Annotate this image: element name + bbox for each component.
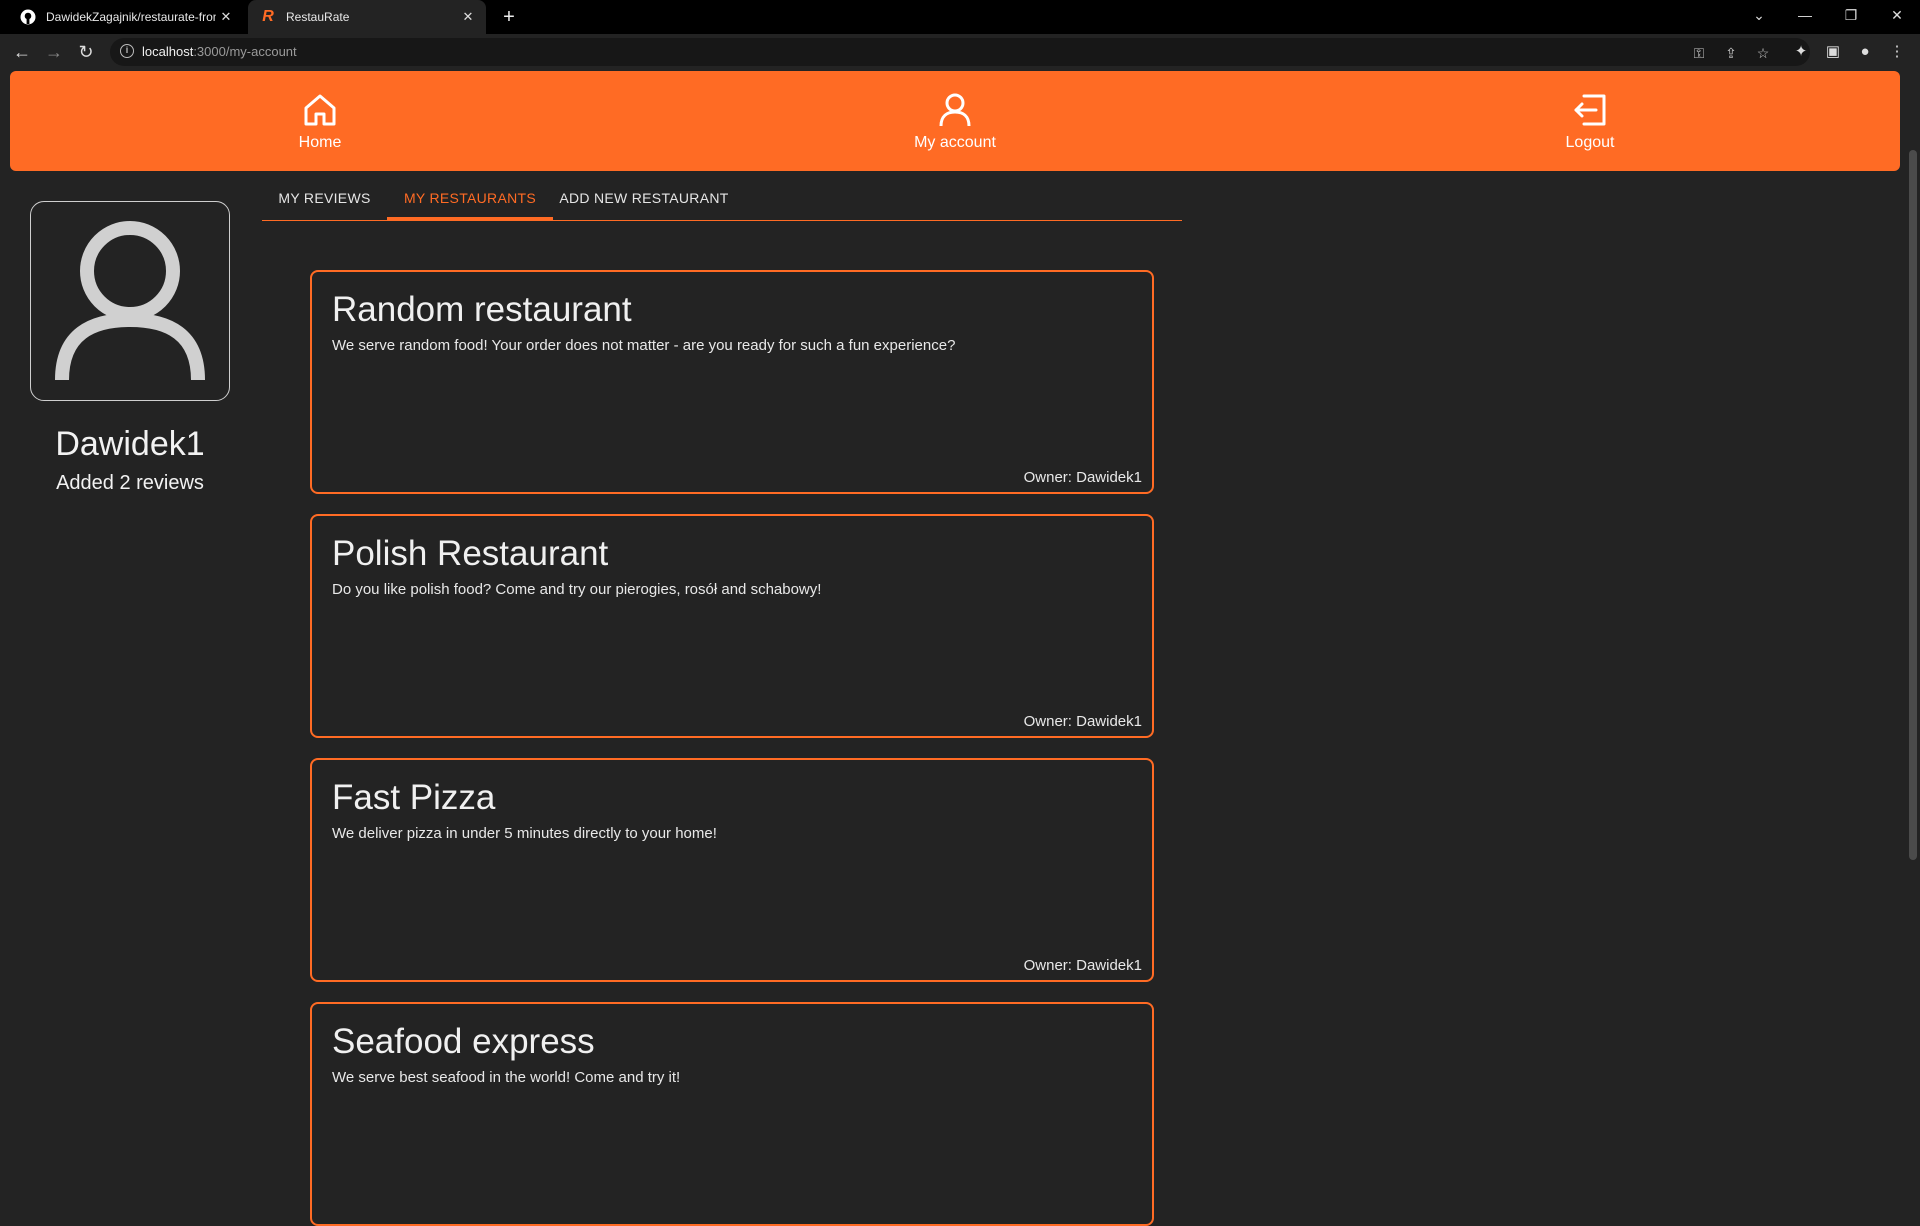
home-icon bbox=[304, 94, 336, 126]
browser-tab-github[interactable]: DawidekZagajnik/restaurate-fron ✕ bbox=[8, 0, 244, 34]
close-icon[interactable]: ✕ bbox=[216, 9, 236, 25]
restaurant-owner: Owner: Dawidek1 bbox=[1023, 957, 1142, 974]
extensions-icon[interactable]: ✦ bbox=[1792, 43, 1810, 61]
tab-add-new-restaurant[interactable]: ADD NEW RESTAURANT bbox=[553, 176, 735, 220]
logout-icon bbox=[1574, 94, 1606, 126]
restaurant-name: Seafood express bbox=[332, 1022, 595, 1061]
info-icon[interactable]: i bbox=[120, 44, 134, 58]
profile-avatar-icon[interactable]: ● bbox=[1856, 43, 1874, 61]
nav-logout[interactable]: Logout bbox=[1490, 71, 1690, 171]
user-avatar-icon bbox=[55, 221, 205, 381]
restaurant-owner: Owner: Dawidek1 bbox=[1023, 713, 1142, 730]
nav-my-account-label: My account bbox=[914, 134, 996, 151]
new-tab-button[interactable]: + bbox=[498, 6, 520, 28]
tab-search-icon[interactable]: ⌄ bbox=[1736, 0, 1782, 30]
page-scrollbar[interactable] bbox=[1906, 70, 1920, 1080]
tab-title: RestauRate bbox=[286, 10, 350, 24]
key-icon[interactable]: ⚿ bbox=[1690, 44, 1708, 62]
close-window-button[interactable]: ✕ bbox=[1874, 0, 1920, 30]
reload-button[interactable]: ↻ bbox=[74, 40, 98, 64]
restaurant-owner: Owner: Dawidek1 bbox=[1023, 469, 1142, 486]
restaurant-card[interactable]: Seafood express We serve best seafood in… bbox=[310, 1002, 1154, 1226]
share-icon[interactable]: ⇪ bbox=[1722, 44, 1740, 62]
url-text[interactable]: localhost:3000/my-account bbox=[142, 44, 297, 59]
menu-icon[interactable]: ⋮ bbox=[1888, 43, 1906, 61]
browser-toolbar: ← → ↻ i localhost:3000/my-account ⚿ ⇪ ☆ … bbox=[0, 34, 1920, 70]
restaurant-description: We serve best seafood in the world! Come… bbox=[332, 1069, 681, 1086]
address-bar[interactable]: i localhost:3000/my-account ⚿ ⇪ ☆ bbox=[110, 38, 1810, 66]
restaurant-name: Polish Restaurant bbox=[332, 534, 609, 573]
avatar bbox=[30, 201, 230, 401]
forward-button[interactable]: → bbox=[42, 40, 66, 64]
restaurant-card[interactable]: Random restaurant We serve random food! … bbox=[310, 270, 1154, 494]
tab-my-reviews[interactable]: MY REVIEWS bbox=[262, 176, 387, 220]
browser-tab-restaurate[interactable]: R RestauRate ✕ bbox=[248, 0, 486, 34]
side-panel-icon[interactable]: ▣ bbox=[1824, 43, 1842, 61]
nav-my-account[interactable]: My account bbox=[855, 71, 1055, 171]
account-tabs: MY REVIEWS MY RESTAURANTS ADD NEW RESTAU… bbox=[262, 176, 1182, 221]
tab-my-restaurants[interactable]: MY RESTAURANTS bbox=[387, 176, 553, 220]
restaurant-name: Fast Pizza bbox=[332, 778, 496, 817]
active-tab-indicator bbox=[387, 217, 553, 220]
nav-home[interactable]: Home bbox=[220, 71, 420, 171]
app-navbar: Home My account Logout bbox=[10, 71, 1900, 171]
scrollbar-thumb[interactable] bbox=[1909, 150, 1917, 860]
restaurant-name: Random restaurant bbox=[332, 290, 632, 329]
browser-tab-bar: DawidekZagajnik/restaurate-fron ✕ R Rest… bbox=[0, 0, 1920, 34]
user-icon bbox=[939, 93, 971, 127]
star-icon[interactable]: ☆ bbox=[1754, 44, 1772, 62]
restaurant-card[interactable]: Polish Restaurant Do you like polish foo… bbox=[310, 514, 1154, 738]
restaurant-description: Do you like polish food? Come and try ou… bbox=[332, 581, 822, 598]
minimize-button[interactable]: — bbox=[1782, 0, 1828, 30]
back-button[interactable]: ← bbox=[10, 40, 34, 64]
restaurant-card[interactable]: Fast Pizza We deliver pizza in under 5 m… bbox=[310, 758, 1154, 982]
profile-review-count: Added 2 reviews bbox=[56, 472, 204, 494]
close-icon[interactable]: ✕ bbox=[458, 9, 478, 25]
profile-username: Dawidek1 bbox=[55, 425, 205, 463]
nav-home-label: Home bbox=[298, 134, 342, 151]
restaurate-logo-icon: R bbox=[262, 8, 274, 25]
github-icon bbox=[20, 9, 36, 25]
restore-button[interactable]: ❐ bbox=[1828, 0, 1874, 30]
restaurant-description: We serve random food! Your order does no… bbox=[332, 337, 956, 354]
tab-title: DawidekZagajnik/restaurate-fron bbox=[46, 10, 216, 24]
nav-logout-label: Logout bbox=[1565, 134, 1615, 151]
restaurant-description: We deliver pizza in under 5 minutes dire… bbox=[332, 825, 717, 842]
